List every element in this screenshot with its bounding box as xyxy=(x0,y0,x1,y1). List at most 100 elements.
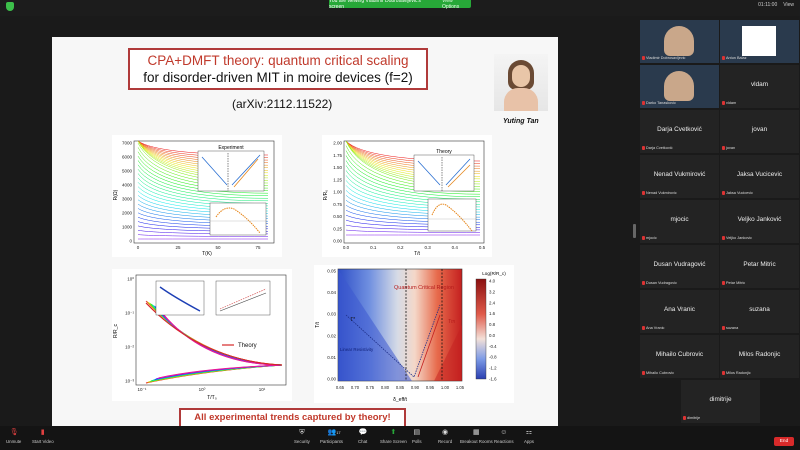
people-icon: 👥17 xyxy=(327,429,341,436)
participant-tile[interactable]: mjocic mjocic xyxy=(640,200,719,243)
meeting-toolbar: 🎙 Unmute ▮ Start Video ⛨ Security 👥17 Partic… xyxy=(0,426,800,450)
participant-name: Dusan Vudragović xyxy=(653,261,706,268)
axis-tick-label: 0.05 xyxy=(327,269,336,274)
participant-label: Dusan Vudragovic xyxy=(646,281,677,285)
p1-ylabel: R(Ω) xyxy=(113,189,119,200)
axis-tick-label: 0.80 xyxy=(381,385,390,390)
axis-tick-label: 1.25 xyxy=(333,177,342,182)
microphone-muted-icon xyxy=(642,191,645,195)
reactions-button[interactable]: ☺ Reactions xyxy=(494,429,514,444)
p3-xlabel: T/T₀ xyxy=(207,395,217,401)
participant-label: Veljko Jankovic xyxy=(726,236,752,240)
axis-tick-label: 2000 xyxy=(122,211,133,216)
view-options-button[interactable]: View Options xyxy=(442,0,471,10)
axis-tick-label: 4000 xyxy=(122,183,133,188)
participant-label: mjocic xyxy=(646,236,657,240)
participant-tile[interactable]: Darko Tanaskovic xyxy=(640,65,719,108)
phase-diagram-svg: Quantum Critical Region Linear Resistivi… xyxy=(315,269,506,404)
participant-tile[interactable]: dimitrije dimitrije xyxy=(681,380,760,423)
participant-tile[interactable]: Ana Vranic Ana Vranic xyxy=(640,290,719,333)
p4-ylabel: T/t xyxy=(315,321,321,327)
security-shield-icon[interactable] xyxy=(6,2,14,11)
axis-tick-label: 1.00 xyxy=(333,190,342,195)
participant-tile[interactable]: Milos Radonjic Milos Radonjic xyxy=(720,335,799,378)
axis-tick-label: 6000 xyxy=(122,155,133,160)
participant-tile[interactable]: Mihailo Cubrovic Mihailo Cubrovic xyxy=(640,335,719,378)
share-scrollbar[interactable] xyxy=(633,224,636,238)
participant-tile[interactable]: Dusan Vudragović Dusan Vudragovic xyxy=(640,245,719,288)
p3-legend: Theory xyxy=(238,343,257,349)
microphone-muted-icon xyxy=(722,326,725,330)
participant-name: Jaksa Vucicevic xyxy=(736,171,783,178)
participant-tile[interactable]: Vladimir Dobrosavljevic xyxy=(640,20,719,63)
participant-name: Ana Vranic xyxy=(663,306,696,313)
p1-xlabel: T(K) xyxy=(202,251,212,257)
unmute-button[interactable]: 🎙 Unmute xyxy=(6,429,21,444)
p1-inset-title: Experiment xyxy=(218,145,244,151)
axis-tick-label: 1.05 xyxy=(456,385,465,390)
record-button[interactable]: ◉ Record xyxy=(438,429,452,444)
participant-name: mjocic xyxy=(670,216,689,223)
participant-label: Mihailo Cubrovic xyxy=(646,371,675,375)
start-video-button[interactable]: ▮ Start Video xyxy=(32,429,54,444)
participant-gallery: Vladimir Dobrosavljevic Antun Balaz Darko … xyxy=(640,20,800,423)
microphone-muted-icon xyxy=(642,371,645,375)
presentation-slide: CPA+DMFT theory: quantum critical scalin… xyxy=(52,37,558,438)
participant-tile[interactable]: Veljko Janković Veljko Jankovic xyxy=(720,200,799,243)
share-screen-button[interactable]: ⬆ Share Screen xyxy=(380,429,407,444)
participant-tile[interactable]: Darja Cvetković Darja Cvetković xyxy=(640,110,719,153)
axis-tick-label: 0.02 xyxy=(327,333,336,338)
participant-tile[interactable]: vldam vldam xyxy=(720,65,799,108)
participant-tile[interactable]: Jaksa Vucicevic Jaksa Vucicevic xyxy=(720,155,799,198)
camera-off-icon: ▮ xyxy=(40,429,45,436)
axis-tick-label: 3000 xyxy=(122,197,133,202)
microphone-muted-icon xyxy=(642,56,645,60)
microphone-muted-icon: 🎙 xyxy=(9,429,19,436)
view-button[interactable]: View xyxy=(783,2,794,8)
video-feed xyxy=(664,26,694,56)
end-meeting-button[interactable]: End xyxy=(774,437,794,446)
colorbar-tick-label: 2.4 xyxy=(489,300,496,305)
meeting-timer: 01:11:00 xyxy=(758,2,778,8)
theory-plot-svg: 2.00 1.75 1.50 1.25 1.00 0.75 0.50 0.25 0.00 0.0… xyxy=(323,141,486,258)
microphone-muted-icon xyxy=(722,281,725,285)
breakout-rooms-button[interactable]: ▦ Breakout Rooms xyxy=(460,429,493,444)
participant-label: Ana Vranic xyxy=(646,326,665,330)
participants-button[interactable]: 👥17 Participants xyxy=(320,429,343,444)
participant-tile[interactable]: jovan jovan xyxy=(720,110,799,153)
security-button[interactable]: ⛨ Security xyxy=(294,429,310,444)
participant-label: Petar Mitric xyxy=(726,281,746,285)
participant-name: suzana xyxy=(749,306,770,313)
axis-tick-label: 10⁰ xyxy=(127,277,134,282)
participant-label: Jaksa Vucicevic xyxy=(726,191,753,195)
axis-tick-label: 10⁰ xyxy=(199,387,206,392)
axis-tick-label: 0.4 xyxy=(452,245,459,250)
microphone-muted-icon xyxy=(642,101,645,105)
participant-label: Darja Cvetković xyxy=(646,146,673,150)
microphone-muted-icon xyxy=(642,326,645,330)
axis-tick-label: 0.00 xyxy=(333,239,342,244)
microphone-muted-icon xyxy=(642,236,645,240)
axis-tick-label: 2.00 xyxy=(333,141,342,146)
colorbar-tick-label: -1.2 xyxy=(489,366,497,371)
axis-tick-label: 75 xyxy=(255,245,261,250)
polls-button[interactable]: ▤ Polls xyxy=(412,429,422,444)
chat-button[interactable]: 💬 Chat xyxy=(358,429,367,444)
participant-label: Antun Balaz xyxy=(726,56,747,60)
apps-button[interactable]: ⚏ Apps xyxy=(524,429,534,444)
chat-bubble-icon: 💬 xyxy=(358,429,368,436)
colorbar-tick-label: 0.0 xyxy=(489,333,496,338)
video-feed xyxy=(742,26,776,56)
participant-label: Vladimir Dobrosavljevic xyxy=(646,56,686,60)
axis-tick-label: 0.3 xyxy=(424,245,431,250)
axis-tick-label: 0.00 xyxy=(327,377,336,382)
participant-tile[interactable]: Nenad Vukmirović Nenad Vukmirovic xyxy=(640,155,719,198)
axis-tick-label: 5000 xyxy=(122,169,133,174)
participant-tile[interactable]: Petar Mitric Petar Mitric xyxy=(720,245,799,288)
participant-tile[interactable]: suzana suzana xyxy=(720,290,799,333)
participant-label: jovan xyxy=(726,146,736,150)
top-right-controls: 01:11:00 View xyxy=(758,2,794,8)
record-icon: ◉ xyxy=(442,429,449,436)
microphone-muted-icon xyxy=(722,191,725,195)
participant-tile[interactable]: Antun Balaz xyxy=(720,20,799,63)
